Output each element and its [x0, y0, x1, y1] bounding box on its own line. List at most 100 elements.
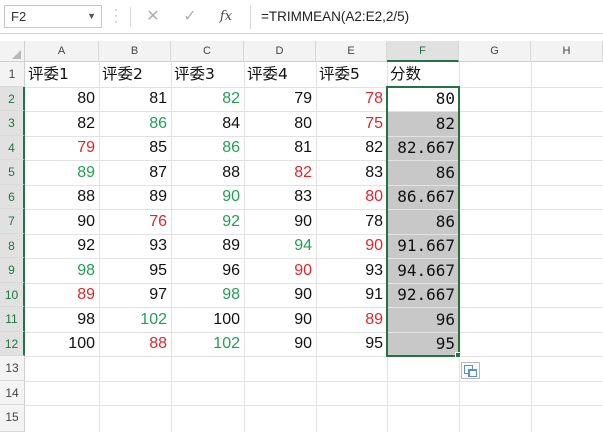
- column-header-d[interactable]: D: [244, 41, 316, 62]
- cell-e4[interactable]: 82: [316, 136, 387, 160]
- cell-d8[interactable]: 94: [244, 234, 316, 258]
- cell-c7[interactable]: 92: [171, 209, 244, 234]
- cell-b3[interactable]: 86: [99, 111, 171, 136]
- header-cell-d1[interactable]: 评委4: [244, 62, 316, 87]
- cell-b12[interactable]: 88: [99, 332, 171, 356]
- cell-f4[interactable]: 82.667: [387, 136, 459, 160]
- cell-b10[interactable]: 97: [99, 283, 171, 307]
- cell-f11[interactable]: 96: [387, 307, 459, 332]
- cell-e10[interactable]: 91: [316, 283, 387, 307]
- header-cell-a1[interactable]: 评委1: [25, 62, 99, 87]
- cell-grid[interactable]: 评委1 评委2 评委3 评委4 评委5 分数 80 81 82 79 78 80 82 86 8…: [25, 62, 603, 432]
- cell-c12[interactable]: 102: [171, 332, 244, 356]
- column-header-e[interactable]: E: [316, 41, 387, 62]
- row-header-9[interactable]: 9: [0, 258, 25, 283]
- formula-input[interactable]: =TRIMMEAN(A2:E2,2/5): [250, 5, 603, 29]
- row-header-1[interactable]: 1: [0, 62, 25, 87]
- cell-d6[interactable]: 83: [244, 185, 316, 209]
- cell-b4[interactable]: 85: [99, 136, 171, 160]
- cell-b11[interactable]: 102: [99, 307, 171, 332]
- cell-e7[interactable]: 78: [316, 209, 387, 234]
- cell-e3[interactable]: 75: [316, 111, 387, 136]
- cell-d2[interactable]: 79: [244, 87, 316, 111]
- row-header-14[interactable]: 14: [0, 381, 25, 405]
- cell-a10[interactable]: 89: [25, 283, 99, 307]
- row-header-2[interactable]: 2: [0, 87, 25, 111]
- cell-d10[interactable]: 90: [244, 283, 316, 307]
- cell-d9[interactable]: 90: [244, 258, 316, 283]
- column-header-f[interactable]: F: [387, 41, 459, 62]
- row-header-11[interactable]: 11: [0, 307, 25, 332]
- row-header-3[interactable]: 3: [0, 111, 25, 136]
- cell-a5[interactable]: 89: [25, 160, 99, 185]
- column-header-a[interactable]: A: [25, 41, 99, 62]
- cell-e2[interactable]: 78: [316, 87, 387, 111]
- cell-a4[interactable]: 79: [25, 136, 99, 160]
- cell-b5[interactable]: 87: [99, 160, 171, 185]
- grip-dots-icon[interactable]: · · ·: [114, 3, 118, 27]
- cell-d4[interactable]: 81: [244, 136, 316, 160]
- name-box[interactable]: F2 ▼: [4, 5, 102, 28]
- cell-f3[interactable]: 82: [387, 111, 459, 136]
- cell-e11[interactable]: 89: [316, 307, 387, 332]
- cell-c2[interactable]: 82: [171, 87, 244, 111]
- cell-f2[interactable]: 80: [387, 87, 459, 111]
- row-header-10[interactable]: 10: [0, 283, 25, 307]
- cell-c11[interactable]: 100: [171, 307, 244, 332]
- cell-b6[interactable]: 89: [99, 185, 171, 209]
- cell-f10[interactable]: 92.667: [387, 283, 459, 307]
- row-header-5[interactable]: 5: [0, 160, 25, 185]
- cell-f12[interactable]: 95: [387, 332, 459, 356]
- cell-f7[interactable]: 86: [387, 209, 459, 234]
- row-header-15[interactable]: 15: [0, 405, 25, 432]
- check-icon[interactable]: ✓: [179, 6, 201, 28]
- cell-d3[interactable]: 80: [244, 111, 316, 136]
- cell-b7[interactable]: 76: [99, 209, 171, 234]
- quick-analysis-icon[interactable]: [461, 362, 480, 379]
- cell-c3[interactable]: 84: [171, 111, 244, 136]
- cell-f5[interactable]: 86: [387, 160, 459, 185]
- row-header-4[interactable]: 4: [0, 136, 25, 160]
- column-header-b[interactable]: B: [99, 41, 171, 62]
- cell-e8[interactable]: 90: [316, 234, 387, 258]
- header-cell-e1[interactable]: 评委5: [316, 62, 387, 87]
- cell-d11[interactable]: 90: [244, 307, 316, 332]
- header-cell-f1[interactable]: 分数: [387, 62, 459, 87]
- cell-b9[interactable]: 95: [99, 258, 171, 283]
- column-header-h[interactable]: H: [531, 41, 603, 62]
- cell-e9[interactable]: 93: [316, 258, 387, 283]
- cell-b2[interactable]: 81: [99, 87, 171, 111]
- row-header-13[interactable]: 13: [0, 356, 25, 381]
- row-header-12[interactable]: 12: [0, 332, 25, 356]
- cell-a6[interactable]: 88: [25, 185, 99, 209]
- cell-c4[interactable]: 86: [171, 136, 244, 160]
- cell-b8[interactable]: 93: [99, 234, 171, 258]
- cell-c10[interactable]: 98: [171, 283, 244, 307]
- cell-f8[interactable]: 91.667: [387, 234, 459, 258]
- cell-c9[interactable]: 96: [171, 258, 244, 283]
- close-icon[interactable]: ✕: [142, 6, 164, 28]
- cell-e5[interactable]: 83: [316, 160, 387, 185]
- fill-handle[interactable]: [455, 352, 461, 358]
- cell-a7[interactable]: 90: [25, 209, 99, 234]
- cell-c8[interactable]: 89: [171, 234, 244, 258]
- cell-a12[interactable]: 100: [25, 332, 99, 356]
- chevron-down-icon[interactable]: ▼: [87, 6, 96, 27]
- cell-d7[interactable]: 90: [244, 209, 316, 234]
- cell-a8[interactable]: 92: [25, 234, 99, 258]
- header-cell-b1[interactable]: 评委2: [99, 62, 171, 87]
- column-header-c[interactable]: C: [171, 41, 244, 62]
- cell-a2[interactable]: 80: [25, 87, 99, 111]
- fx-icon[interactable]: fx: [215, 6, 237, 28]
- select-all-button[interactable]: [0, 41, 25, 62]
- cell-f6[interactable]: 86.667: [387, 185, 459, 209]
- cell-e12[interactable]: 95: [316, 332, 387, 356]
- cell-c5[interactable]: 88: [171, 160, 244, 185]
- row-header-7[interactable]: 7: [0, 209, 25, 234]
- cell-d12[interactable]: 90: [244, 332, 316, 356]
- header-cell-c1[interactable]: 评委3: [171, 62, 244, 87]
- cell-a11[interactable]: 98: [25, 307, 99, 332]
- cell-d5[interactable]: 82: [244, 160, 316, 185]
- cell-a9[interactable]: 98: [25, 258, 99, 283]
- cell-f9[interactable]: 94.667: [387, 258, 459, 283]
